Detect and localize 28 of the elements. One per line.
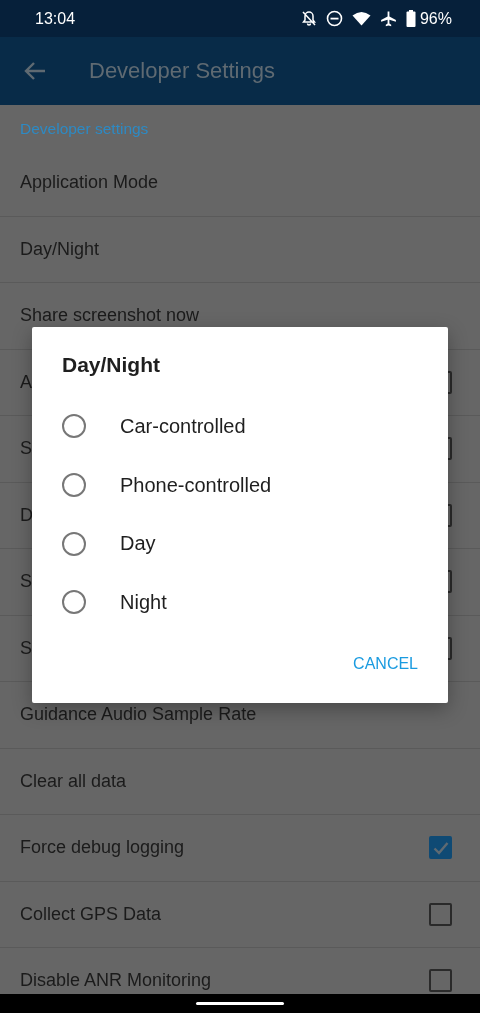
battery-percentage: 96%	[419, 9, 452, 28]
cancel-button[interactable]: CANCEL	[345, 647, 426, 681]
dialog-title: Day/Night	[62, 353, 160, 377]
checkbox[interactable]	[429, 969, 452, 993]
radio-button[interactable]	[62, 473, 86, 498]
settings-item[interactable]: Day/Night	[0, 216, 480, 283]
bell-off-icon	[300, 10, 317, 27]
settings-item[interactable]: Force debug logging	[0, 815, 480, 882]
wifi-icon	[351, 11, 371, 26]
status-time: 13:04	[35, 9, 76, 28]
back-arrow-icon[interactable]	[24, 61, 46, 81]
checkbox[interactable]	[429, 836, 452, 860]
radio-option[interactable]: Night	[62, 573, 448, 632]
airplane-icon	[379, 10, 397, 27]
radio-option[interactable]: Phone-controlled	[62, 455, 448, 515]
checkbox[interactable]	[429, 902, 452, 926]
do-not-disturb-icon	[325, 10, 343, 27]
settings-item[interactable]: Application Mode	[0, 150, 480, 217]
battery-icon	[405, 10, 416, 27]
radio-button[interactable]	[62, 590, 86, 615]
radio-button[interactable]	[62, 531, 86, 556]
radio-option[interactable]: Day	[62, 514, 448, 574]
section-header: Developer settings	[19, 118, 150, 139]
settings-item[interactable]: Collect GPS Data	[0, 881, 480, 948]
radio-button[interactable]	[62, 414, 86, 439]
radio-option[interactable]: Car-controlled	[62, 397, 448, 456]
settings-item[interactable]: Clear all data	[0, 748, 480, 815]
app-bar-title: Developer Settings	[89, 58, 275, 84]
